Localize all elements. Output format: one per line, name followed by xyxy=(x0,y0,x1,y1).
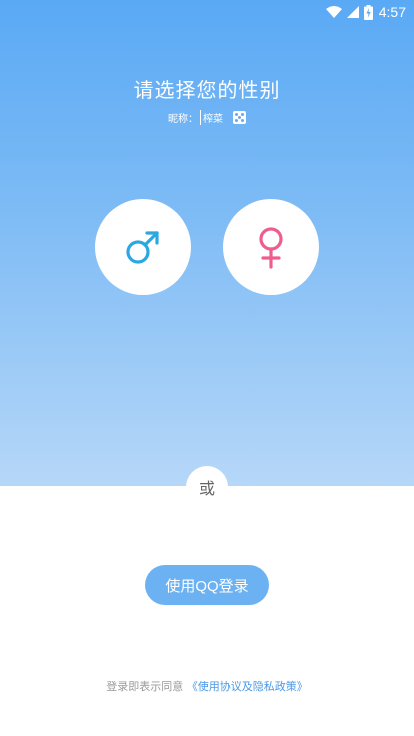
page-title: 请选择您的性别 xyxy=(133,78,281,102)
female-symbol-icon xyxy=(259,227,283,269)
nickname-row: 昵称： 榨菜 xyxy=(0,110,414,125)
qq-login-button[interactable]: 使用QQ登录 xyxy=(145,565,269,605)
header-background xyxy=(0,0,414,486)
cell-signal-icon xyxy=(346,6,359,18)
nickname-label: 昵称： xyxy=(168,114,198,125)
male-symbol-icon xyxy=(126,231,159,264)
clock: 4:57 xyxy=(378,4,406,20)
dice-icon[interactable] xyxy=(233,111,246,124)
male-button[interactable] xyxy=(95,199,191,295)
or-divider: 或 xyxy=(186,466,228,508)
nickname-input[interactable]: 榨菜 xyxy=(200,110,223,125)
female-button[interactable] xyxy=(223,199,319,295)
agreement-text: 登录即表示同意 《使用协议及隐私政策》 xyxy=(0,678,414,694)
status-bar: 4:57 xyxy=(0,0,414,24)
battery-icon xyxy=(363,4,373,20)
agreement-prefix: 登录即表示同意 xyxy=(106,680,184,693)
wifi-icon xyxy=(325,6,342,18)
agreement-link[interactable]: 《使用协议及隐私政策》 xyxy=(187,680,308,693)
